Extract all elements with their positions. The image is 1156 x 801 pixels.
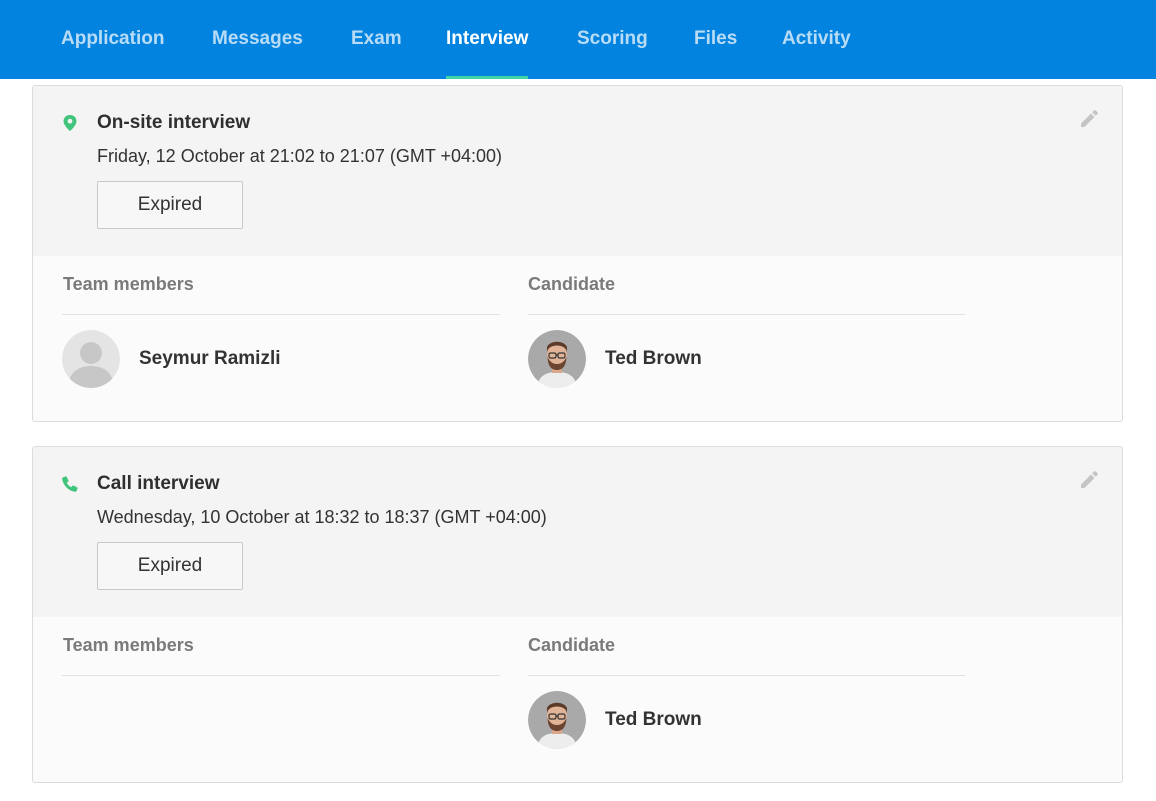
phone-icon: [62, 476, 78, 492]
candidate-name: Ted Brown: [605, 709, 702, 730]
team-members-heading: Team members: [63, 274, 194, 294]
divider: [62, 675, 500, 676]
top-nav: Application Messages Exam Interview Scor…: [0, 0, 1156, 79]
interview-card: On-site interview Friday, 12 October at …: [32, 85, 1123, 422]
tab-exam[interactable]: Exam: [351, 0, 402, 79]
divider: [528, 314, 965, 315]
tab-application[interactable]: Application: [61, 0, 164, 79]
interview-datetime: Wednesday, 10 October at 18:32 to 18:37 …: [97, 507, 547, 527]
candidate-avatar: [528, 691, 586, 749]
pencil-icon[interactable]: [1078, 108, 1100, 130]
interview-header: Call interview Wednesday, 10 October at …: [33, 447, 1122, 617]
default-avatar-icon: [62, 330, 120, 388]
status-button[interactable]: Expired: [97, 542, 243, 590]
status-button[interactable]: Expired: [97, 181, 243, 229]
location-pin-icon: [63, 115, 77, 131]
interview-type: Call interview: [97, 473, 220, 494]
team-members-heading: Team members: [63, 635, 194, 655]
member-name: Seymur Ramizli: [139, 348, 281, 369]
tab-messages[interactable]: Messages: [212, 0, 303, 79]
tab-activity[interactable]: Activity: [782, 0, 851, 79]
candidate-name: Ted Brown: [605, 348, 702, 369]
tab-interview[interactable]: Interview: [446, 0, 529, 79]
divider: [62, 314, 500, 315]
interview-header: On-site interview Friday, 12 October at …: [33, 86, 1122, 256]
interview-type: On-site interview: [97, 112, 251, 133]
candidate-heading: Candidate: [528, 635, 616, 655]
interview-card: Call interview Wednesday, 10 October at …: [32, 446, 1123, 783]
divider: [528, 675, 965, 676]
interview-datetime: Friday, 12 October at 21:02 to 21:07 (GM…: [97, 146, 503, 166]
tab-scoring[interactable]: Scoring: [577, 0, 648, 79]
pencil-icon[interactable]: [1078, 469, 1100, 491]
tab-files[interactable]: Files: [694, 0, 737, 79]
candidate-avatar: [528, 330, 586, 388]
candidate-heading: Candidate: [528, 274, 616, 294]
